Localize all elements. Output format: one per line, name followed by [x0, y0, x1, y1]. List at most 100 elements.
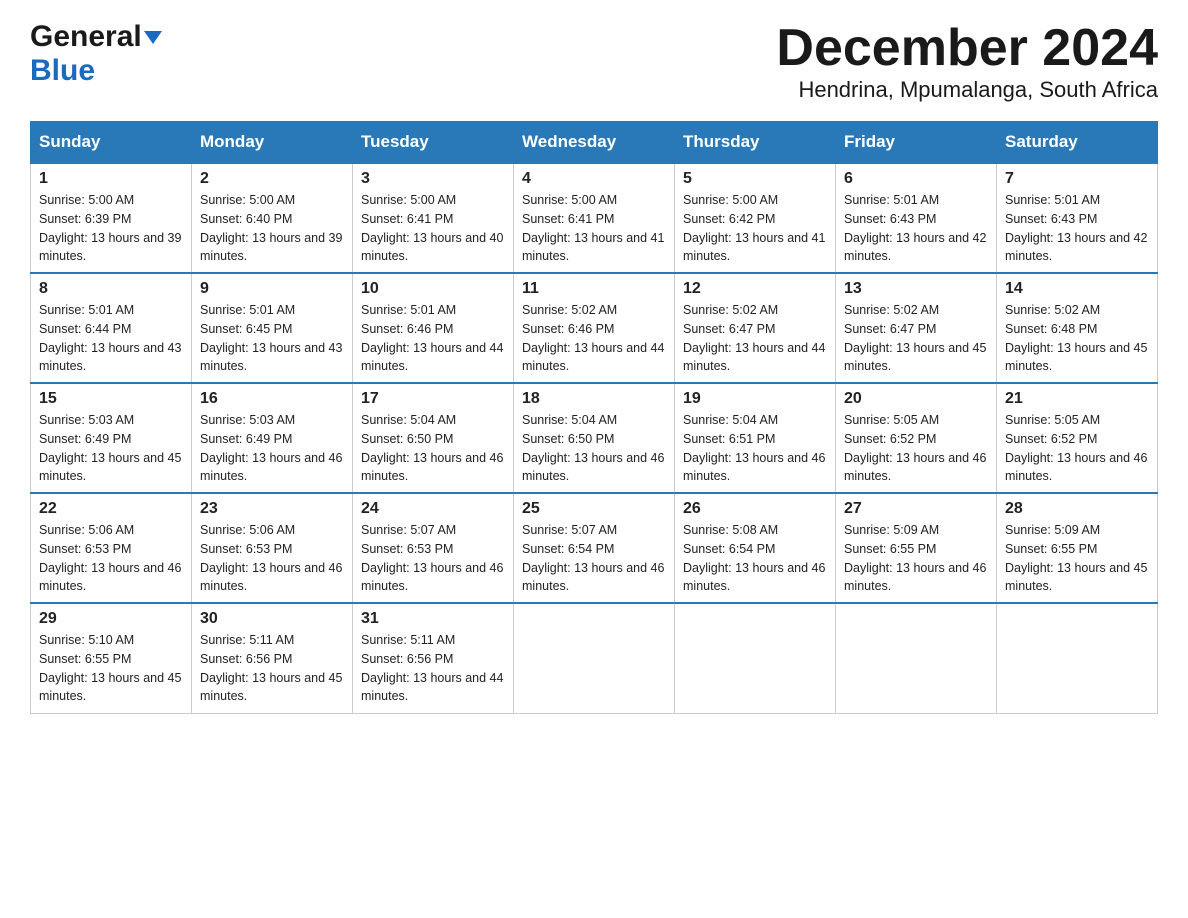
day-number: 18 — [522, 390, 666, 408]
calendar-week-2: 8 Sunrise: 5:01 AMSunset: 6:44 PMDayligh… — [31, 273, 1158, 383]
calendar-cell: 23 Sunrise: 5:06 AMSunset: 6:53 PMDaylig… — [192, 493, 353, 603]
day-header-wednesday: Wednesday — [514, 122, 675, 164]
day-number: 22 — [39, 500, 183, 518]
day-number: 4 — [522, 170, 666, 188]
day-info: Sunrise: 5:07 AMSunset: 6:53 PMDaylight:… — [361, 523, 503, 593]
day-number: 24 — [361, 500, 505, 518]
day-info: Sunrise: 5:08 AMSunset: 6:54 PMDaylight:… — [683, 523, 825, 593]
day-info: Sunrise: 5:00 AMSunset: 6:41 PMDaylight:… — [522, 193, 664, 263]
calendar-week-4: 22 Sunrise: 5:06 AMSunset: 6:53 PMDaylig… — [31, 493, 1158, 603]
day-info: Sunrise: 5:01 AMSunset: 6:46 PMDaylight:… — [361, 303, 503, 373]
calendar-cell: 9 Sunrise: 5:01 AMSunset: 6:45 PMDayligh… — [192, 273, 353, 383]
day-number: 12 — [683, 280, 827, 298]
calendar-cell: 16 Sunrise: 5:03 AMSunset: 6:49 PMDaylig… — [192, 383, 353, 493]
calendar-cell: 8 Sunrise: 5:01 AMSunset: 6:44 PMDayligh… — [31, 273, 192, 383]
calendar-cell: 13 Sunrise: 5:02 AMSunset: 6:47 PMDaylig… — [836, 273, 997, 383]
day-info: Sunrise: 5:10 AMSunset: 6:55 PMDaylight:… — [39, 633, 181, 703]
day-number: 30 — [200, 610, 344, 628]
day-info: Sunrise: 5:00 AMSunset: 6:39 PMDaylight:… — [39, 193, 181, 263]
month-title: December 2024 — [776, 20, 1158, 77]
calendar-week-1: 1 Sunrise: 5:00 AMSunset: 6:39 PMDayligh… — [31, 163, 1158, 273]
day-number: 25 — [522, 500, 666, 518]
day-number: 31 — [361, 610, 505, 628]
day-info: Sunrise: 5:04 AMSunset: 6:50 PMDaylight:… — [361, 413, 503, 483]
day-info: Sunrise: 5:11 AMSunset: 6:56 PMDaylight:… — [200, 633, 342, 703]
day-number: 8 — [39, 280, 183, 298]
day-number: 7 — [1005, 170, 1149, 188]
day-number: 6 — [844, 170, 988, 188]
calendar-cell: 4 Sunrise: 5:00 AMSunset: 6:41 PMDayligh… — [514, 163, 675, 273]
calendar-cell: 10 Sunrise: 5:01 AMSunset: 6:46 PMDaylig… — [353, 273, 514, 383]
calendar-cell: 2 Sunrise: 5:00 AMSunset: 6:40 PMDayligh… — [192, 163, 353, 273]
day-info: Sunrise: 5:02 AMSunset: 6:47 PMDaylight:… — [683, 303, 825, 373]
calendar-cell: 7 Sunrise: 5:01 AMSunset: 6:43 PMDayligh… — [997, 163, 1158, 273]
day-number: 3 — [361, 170, 505, 188]
logo: General Blue — [30, 20, 162, 88]
calendar-cell: 14 Sunrise: 5:02 AMSunset: 6:48 PMDaylig… — [997, 273, 1158, 383]
day-number: 5 — [683, 170, 827, 188]
day-info: Sunrise: 5:05 AMSunset: 6:52 PMDaylight:… — [844, 413, 986, 483]
day-info: Sunrise: 5:06 AMSunset: 6:53 PMDaylight:… — [39, 523, 181, 593]
title-block: December 2024 Hendrina, Mpumalanga, Sout… — [776, 20, 1158, 103]
day-number: 1 — [39, 170, 183, 188]
day-info: Sunrise: 5:00 AMSunset: 6:41 PMDaylight:… — [361, 193, 503, 263]
calendar-cell — [836, 603, 997, 713]
day-info: Sunrise: 5:00 AMSunset: 6:40 PMDaylight:… — [200, 193, 342, 263]
day-header-tuesday: Tuesday — [353, 122, 514, 164]
day-info: Sunrise: 5:01 AMSunset: 6:43 PMDaylight:… — [1005, 193, 1147, 263]
day-info: Sunrise: 5:11 AMSunset: 6:56 PMDaylight:… — [361, 633, 503, 703]
day-info: Sunrise: 5:00 AMSunset: 6:42 PMDaylight:… — [683, 193, 825, 263]
day-number: 15 — [39, 390, 183, 408]
day-number: 27 — [844, 500, 988, 518]
day-header-sunday: Sunday — [31, 122, 192, 164]
logo-general-text: General — [30, 20, 142, 54]
page-header: General Blue December 2024 Hendrina, Mpu… — [30, 20, 1158, 103]
day-info: Sunrise: 5:03 AMSunset: 6:49 PMDaylight:… — [39, 413, 181, 483]
day-info: Sunrise: 5:04 AMSunset: 6:51 PMDaylight:… — [683, 413, 825, 483]
calendar-cell: 25 Sunrise: 5:07 AMSunset: 6:54 PMDaylig… — [514, 493, 675, 603]
day-number: 13 — [844, 280, 988, 298]
calendar-cell — [997, 603, 1158, 713]
day-number: 2 — [200, 170, 344, 188]
calendar-week-3: 15 Sunrise: 5:03 AMSunset: 6:49 PMDaylig… — [31, 383, 1158, 493]
calendar-cell: 17 Sunrise: 5:04 AMSunset: 6:50 PMDaylig… — [353, 383, 514, 493]
day-info: Sunrise: 5:02 AMSunset: 6:47 PMDaylight:… — [844, 303, 986, 373]
day-info: Sunrise: 5:02 AMSunset: 6:48 PMDaylight:… — [1005, 303, 1147, 373]
calendar-cell: 11 Sunrise: 5:02 AMSunset: 6:46 PMDaylig… — [514, 273, 675, 383]
day-info: Sunrise: 5:06 AMSunset: 6:53 PMDaylight:… — [200, 523, 342, 593]
calendar-cell: 28 Sunrise: 5:09 AMSunset: 6:55 PMDaylig… — [997, 493, 1158, 603]
calendar-cell: 31 Sunrise: 5:11 AMSunset: 6:56 PMDaylig… — [353, 603, 514, 713]
day-number: 14 — [1005, 280, 1149, 298]
calendar-cell: 3 Sunrise: 5:00 AMSunset: 6:41 PMDayligh… — [353, 163, 514, 273]
calendar-cell — [675, 603, 836, 713]
day-number: 21 — [1005, 390, 1149, 408]
day-header-friday: Friday — [836, 122, 997, 164]
calendar-week-5: 29 Sunrise: 5:10 AMSunset: 6:55 PMDaylig… — [31, 603, 1158, 713]
day-info: Sunrise: 5:09 AMSunset: 6:55 PMDaylight:… — [1005, 523, 1147, 593]
day-header-saturday: Saturday — [997, 122, 1158, 164]
calendar-cell: 18 Sunrise: 5:04 AMSunset: 6:50 PMDaylig… — [514, 383, 675, 493]
day-info: Sunrise: 5:09 AMSunset: 6:55 PMDaylight:… — [844, 523, 986, 593]
day-info: Sunrise: 5:07 AMSunset: 6:54 PMDaylight:… — [522, 523, 664, 593]
day-info: Sunrise: 5:04 AMSunset: 6:50 PMDaylight:… — [522, 413, 664, 483]
calendar-cell: 6 Sunrise: 5:01 AMSunset: 6:43 PMDayligh… — [836, 163, 997, 273]
calendar-header: SundayMondayTuesdayWednesdayThursdayFrid… — [31, 122, 1158, 164]
calendar-table: SundayMondayTuesdayWednesdayThursdayFrid… — [30, 121, 1158, 714]
logo-arrow-icon — [144, 31, 162, 44]
day-header-thursday: Thursday — [675, 122, 836, 164]
calendar-cell: 26 Sunrise: 5:08 AMSunset: 6:54 PMDaylig… — [675, 493, 836, 603]
calendar-cell: 12 Sunrise: 5:02 AMSunset: 6:47 PMDaylig… — [675, 273, 836, 383]
day-info: Sunrise: 5:02 AMSunset: 6:46 PMDaylight:… — [522, 303, 664, 373]
calendar-cell: 24 Sunrise: 5:07 AMSunset: 6:53 PMDaylig… — [353, 493, 514, 603]
calendar-cell: 1 Sunrise: 5:00 AMSunset: 6:39 PMDayligh… — [31, 163, 192, 273]
day-info: Sunrise: 5:01 AMSunset: 6:45 PMDaylight:… — [200, 303, 342, 373]
day-number: 20 — [844, 390, 988, 408]
day-number: 29 — [39, 610, 183, 628]
day-info: Sunrise: 5:05 AMSunset: 6:52 PMDaylight:… — [1005, 413, 1147, 483]
calendar-cell: 5 Sunrise: 5:00 AMSunset: 6:42 PMDayligh… — [675, 163, 836, 273]
calendar-cell: 20 Sunrise: 5:05 AMSunset: 6:52 PMDaylig… — [836, 383, 997, 493]
calendar-cell — [514, 603, 675, 713]
day-number: 23 — [200, 500, 344, 518]
location-title: Hendrina, Mpumalanga, South Africa — [776, 77, 1158, 103]
day-info: Sunrise: 5:03 AMSunset: 6:49 PMDaylight:… — [200, 413, 342, 483]
